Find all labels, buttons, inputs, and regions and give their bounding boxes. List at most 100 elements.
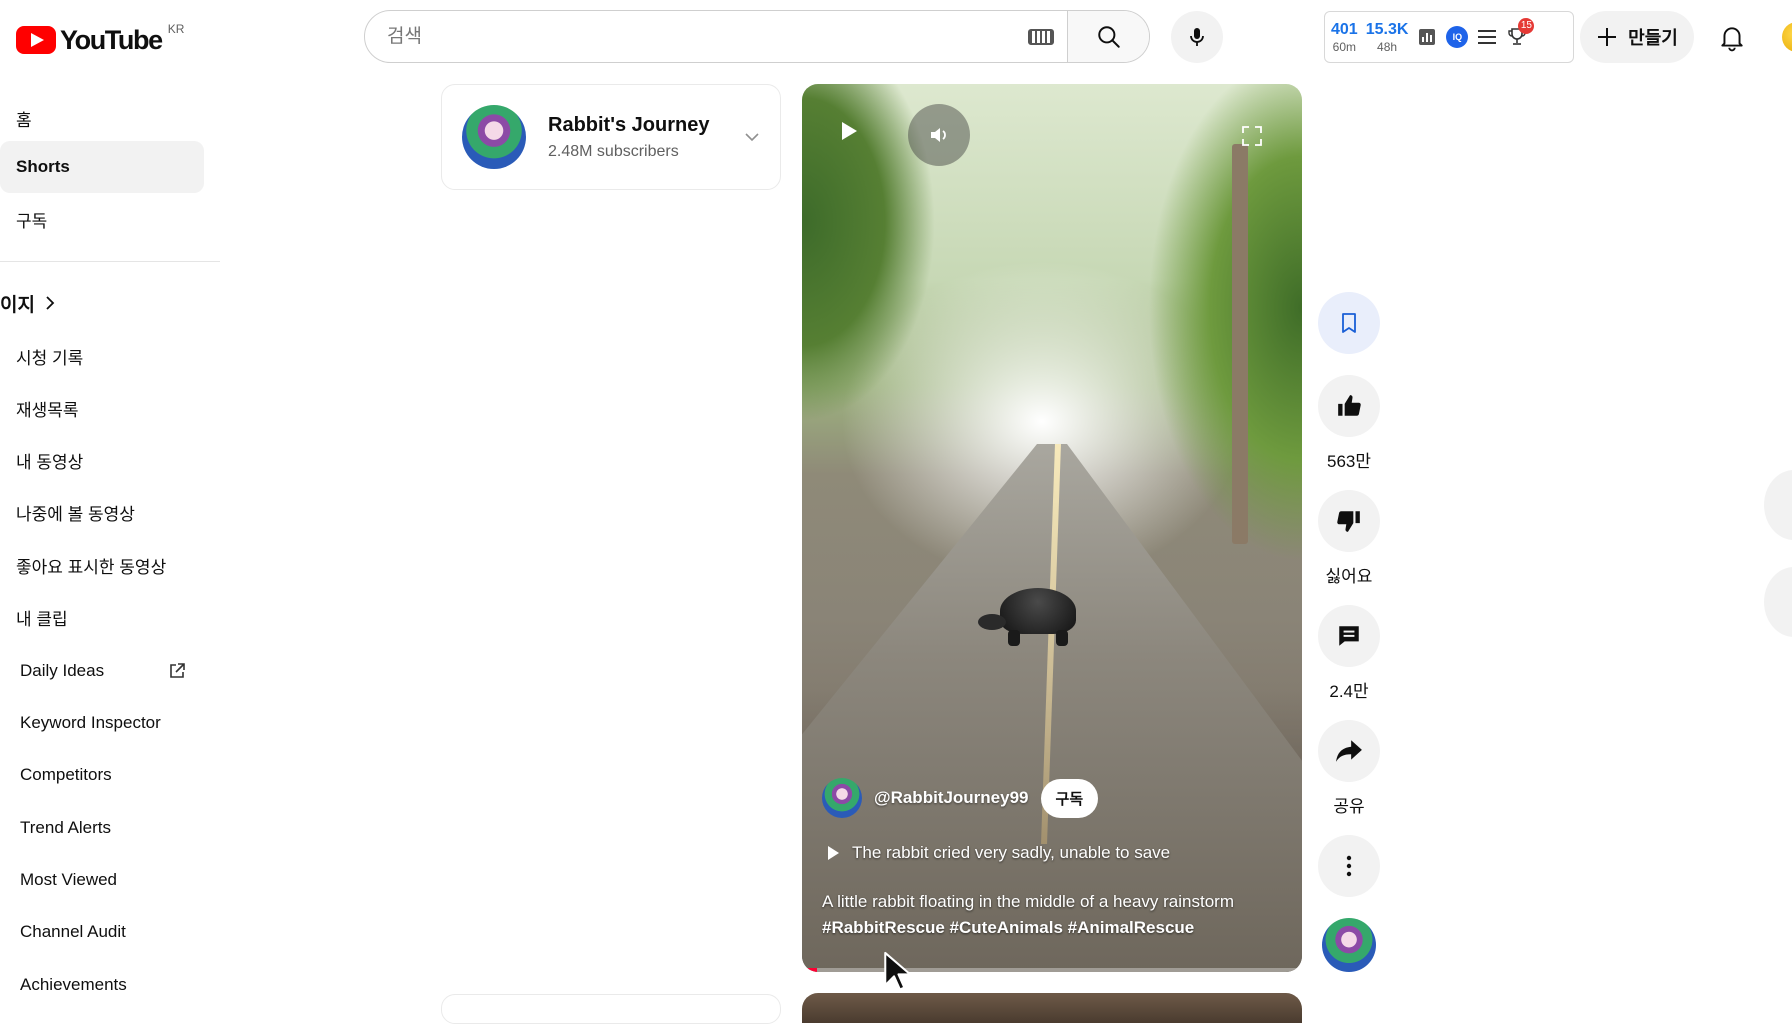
sidebar-item-label: 구독 [16, 211, 48, 231]
subscribe-button[interactable]: 구독 [1040, 778, 1099, 818]
comments-button[interactable] [1318, 605, 1380, 667]
video-scene-pole [1232, 144, 1248, 544]
related-video-link[interactable]: The rabbit cried very sadly, unable to s… [826, 843, 1170, 863]
sidebar-item-label: 홈 [16, 110, 32, 130]
create-button[interactable]: 만들기 [1580, 11, 1694, 63]
sidebar-item-label: Keyword Inspector [20, 713, 161, 732]
sidebar-item-label: Competitors [20, 765, 112, 784]
sidebar-item-home[interactable]: 홈 [0, 92, 204, 144]
sidebar-item-subscriptions[interactable]: 구독 [0, 193, 204, 245]
sidebar-item-keyword-inspector[interactable]: Keyword Inspector [0, 697, 204, 749]
sidebar-item-history[interactable]: 시청 기록 [0, 330, 204, 382]
volume-icon [931, 128, 946, 142]
play-button[interactable] [832, 114, 866, 148]
sidebar-item-channel-audit[interactable]: Channel Audit [0, 906, 204, 958]
channel-handle[interactable]: @RabbitJourney99 [874, 788, 1029, 808]
stat-60m-value: 401 [1331, 20, 1358, 38]
sidebar-item-label: 좋아요 표시한 동영상 [16, 557, 167, 577]
vidiq-icon: IQ [1446, 26, 1469, 48]
next-short-preview[interactable] [802, 993, 1302, 1023]
hashtags[interactable]: #RabbitRescue #CuteAnimals #AnimalRescue [822, 915, 1292, 941]
play-small-icon [828, 846, 839, 860]
search-button[interactable] [1067, 11, 1149, 62]
sidebar-item-label: Most Viewed [20, 870, 118, 889]
keyboard-button[interactable] [1015, 11, 1067, 62]
chevron-down-icon[interactable] [744, 132, 760, 142]
sidebar-item-liked-videos[interactable]: 좋아요 표시한 동영상 [0, 539, 204, 591]
sidebar-item-most-viewed[interactable]: Most Viewed [0, 854, 204, 906]
sidebar-item-achievements[interactable]: Achievements [0, 959, 204, 1011]
video-scene-turtle [978, 588, 1090, 648]
more-action [1318, 835, 1380, 897]
comment-icon [1339, 626, 1359, 646]
share-button[interactable] [1318, 720, 1380, 782]
keyboard-icon [1028, 28, 1054, 45]
notification-badge: 15 [1518, 18, 1535, 34]
next-short-button[interactable] [1764, 567, 1792, 637]
achievements-button[interactable]: 15 [1506, 18, 1535, 48]
stat-48h[interactable]: 15.3K 48h [1366, 21, 1409, 53]
youtube-play-icon [16, 26, 56, 54]
play-icon [842, 122, 857, 140]
bookmark-icon [1342, 313, 1356, 333]
sound-source-avatar[interactable] [1322, 918, 1376, 972]
menu-button[interactable] [1476, 26, 1498, 48]
external-link-icon [170, 663, 185, 678]
short-video-player[interactable]: @RabbitJourney99 구독 The rabbit cried ver… [802, 84, 1302, 972]
channel-card[interactable]: Rabbit's Journey 2.48M subscribers [441, 84, 781, 190]
save-button[interactable] [1318, 292, 1380, 354]
share-action: 공유 [1318, 720, 1380, 817]
fullscreen-icon[interactable] [1240, 124, 1264, 148]
sidebar-item-your-clips[interactable]: 내 클립 [0, 591, 204, 643]
previous-short-button[interactable] [1764, 470, 1792, 540]
sidebar-item-label: Channel Audit [20, 922, 126, 941]
voice-search-button[interactable] [1171, 11, 1223, 63]
channel-avatar[interactable] [462, 105, 526, 169]
thumbs-down-icon [1337, 511, 1360, 532]
progress-bar[interactable] [802, 968, 1302, 972]
sidebar-divider [0, 261, 220, 262]
sidebar-item-playlists[interactable]: 재생목록 [0, 382, 204, 434]
search-input[interactable] [365, 11, 1015, 62]
video-description[interactable]: A little rabbit floating in the middle o… [822, 889, 1292, 941]
comment-count: 2.4만 [1329, 682, 1369, 701]
sidebar-item-watch-later[interactable]: 나중에 볼 동영상 [0, 486, 204, 538]
like-button[interactable] [1318, 375, 1380, 437]
description-text: A little rabbit floating in the middle o… [822, 892, 1234, 911]
sidebar-item-label: Achievements [20, 975, 127, 994]
sidebar-item-trend-alerts[interactable]: Trend Alerts [0, 802, 204, 854]
sidebar-item-label: 내 동영상 [16, 452, 84, 472]
plus-icon [1598, 28, 1617, 46]
like-action: 563만 [1318, 375, 1380, 472]
thumbs-up-icon [1338, 395, 1361, 416]
notifications-button[interactable] [1712, 18, 1752, 58]
subscriber-count: 2.48M subscribers [548, 142, 679, 160]
volume-button[interactable] [908, 104, 970, 166]
stat-60m[interactable]: 401 60m [1331, 20, 1358, 54]
vidiq-button[interactable]: IQ [1446, 26, 1469, 48]
share-label: 공유 [1333, 797, 1365, 816]
sidebar-section-you[interactable]: 이지 [0, 283, 55, 323]
sidebar-item-label: Shorts [16, 157, 70, 176]
like-count: 563만 [1326, 452, 1371, 471]
sidebar-section-title: 이지 [0, 294, 35, 316]
account-avatar[interactable] [1782, 22, 1792, 52]
save-action [1318, 292, 1380, 354]
more-options-button[interactable] [1318, 835, 1380, 897]
sidebar-item-your-videos[interactable]: 내 동영상 [0, 434, 204, 486]
stat-60m-unit: 60m [1332, 39, 1357, 54]
create-label: 만들기 [1628, 28, 1678, 48]
sidebar-item-daily-ideas[interactable]: Daily Ideas [0, 645, 204, 697]
sidebar-item-shorts[interactable]: Shorts [0, 141, 204, 193]
dislike-action: 싫어요 [1318, 490, 1380, 587]
mouse-cursor-icon [884, 951, 912, 991]
dislike-button[interactable] [1318, 490, 1380, 552]
bell-icon [1721, 27, 1743, 52]
video-channel-avatar[interactable] [822, 778, 862, 818]
channel-name[interactable]: Rabbit's Journey [548, 114, 709, 137]
bar-chart-button[interactable] [1416, 26, 1438, 48]
next-channel-card[interactable] [441, 994, 781, 1024]
search-box [364, 10, 1150, 63]
youtube-logo[interactable]: YouTube KR [16, 20, 184, 60]
sidebar-item-competitors[interactable]: Competitors [0, 749, 204, 801]
